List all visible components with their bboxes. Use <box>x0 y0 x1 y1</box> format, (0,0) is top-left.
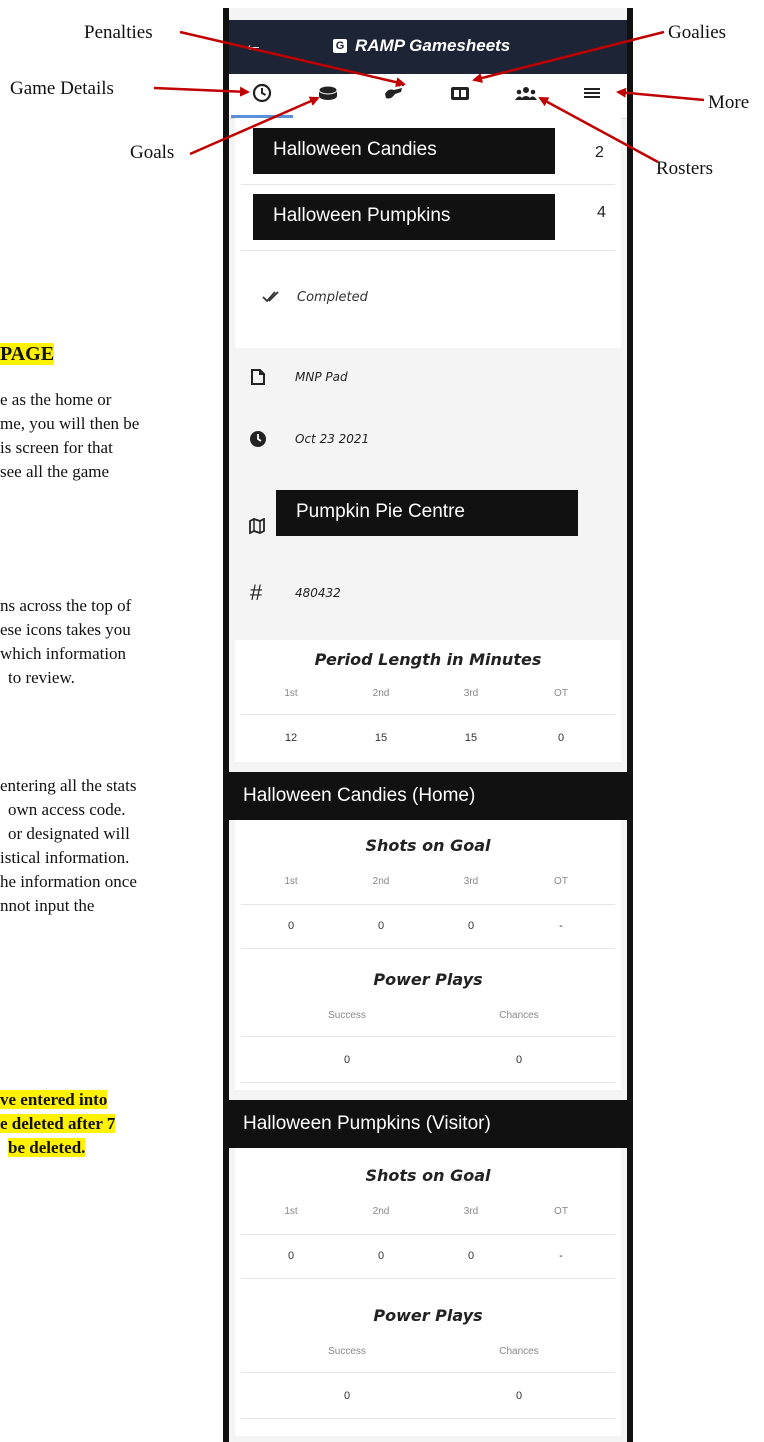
visitor-shots-header-3: 3rd <box>463 1206 479 1217</box>
visitor-pp-success: 0 <box>343 1390 351 1402</box>
annotation-goalies: Goalies <box>668 22 727 43</box>
home-shots-1: 0 <box>287 920 295 932</box>
visitor-shots-1: 0 <box>287 1250 295 1262</box>
tab-penalties[interactable] <box>379 82 409 110</box>
date-value: Oct 23 2021 <box>295 432 370 446</box>
phone-frame: ← G RAMP Gamesheets Halloween Candies 2 … <box>223 8 633 1442</box>
period-header-2: 2nd <box>372 688 390 699</box>
visitor-pp-chances: 0 <box>515 1390 523 1402</box>
penalty-icon <box>385 83 405 99</box>
visitor-pp-header-success: Success <box>328 1346 366 1357</box>
visitor-team-name: Halloween Pumpkins <box>253 194 555 240</box>
annotation-rosters: Rosters <box>656 158 713 179</box>
game-number-value: 480432 <box>295 586 341 600</box>
app-logo: G <box>333 39 347 53</box>
visitor-pp-title: Power Plays <box>373 1306 483 1325</box>
period-value-2: 15 <box>374 732 388 744</box>
visitor-shots-header-ot: OT <box>554 1206 568 1217</box>
home-shots-3: 0 <box>467 920 475 932</box>
home-shots-title: Shots on Goal <box>365 836 491 855</box>
period-value-1: 12 <box>284 732 298 744</box>
clock-icon <box>252 83 272 103</box>
app-screen: ← G RAMP Gamesheets Halloween Candies 2 … <box>229 8 627 1442</box>
map-icon <box>249 518 265 534</box>
home-pp-success: 0 <box>343 1054 351 1066</box>
period-header-1: 1st <box>284 688 298 699</box>
visitor-shots-header-2: 2nd <box>372 1206 390 1217</box>
tab-goals[interactable] <box>313 82 343 110</box>
tab-goalies[interactable] <box>445 82 475 110</box>
home-shots-header-1: 1st <box>284 876 298 887</box>
period-length-title: Period Length in Minutes <box>314 650 542 669</box>
roster-icon <box>515 87 537 100</box>
period-header-3: 3rd <box>463 688 479 699</box>
visitor-shots-title: Shots on Goal <box>365 1166 491 1185</box>
details-section: MNP Pad Oct 23 2021 Pumpkin Pie Centre #… <box>229 354 627 634</box>
goalie-icon <box>451 87 469 100</box>
double-check-icon <box>262 291 279 303</box>
doc-paragraph-1: e as the home or me, you will then be is s… <box>0 390 140 481</box>
visitor-shots-3: 0 <box>467 1250 475 1262</box>
home-shots-header-2: 2nd <box>372 876 390 887</box>
venue-value: Pumpkin Pie Centre <box>276 490 578 536</box>
visitor-team-score: 4 <box>597 204 606 221</box>
visitor-shots-2: 0 <box>377 1250 385 1262</box>
tab-rosters[interactable] <box>511 82 541 110</box>
visitor-shots-header-1: 1st <box>284 1206 298 1217</box>
tab-game-details[interactable] <box>231 82 293 118</box>
home-pp-title: Power Plays <box>373 970 483 989</box>
score-card: Halloween Candies 2 Halloween Pumpkins 4… <box>235 118 621 348</box>
clock-filled-icon <box>250 431 266 447</box>
period-header-ot: OT <box>554 688 568 699</box>
menu-icon <box>584 88 600 98</box>
doc-paragraph-2: ns across the top of ese icons takes you w… <box>0 596 132 687</box>
annotation-game-details: Game Details <box>10 78 114 99</box>
home-shots-2: 0 <box>377 920 385 932</box>
hash-icon: # <box>250 580 263 605</box>
period-length-card: Period Length in Minutes 1st 2nd 3rd OT … <box>235 640 621 762</box>
visitor-section-header: Halloween Pumpkins (Visitor) <box>229 1100 627 1148</box>
game-status: Completed <box>297 290 368 305</box>
visitor-stats-card: Shots on Goal 1st 2nd 3rd OT 0 0 0 - Pow… <box>235 1148 621 1436</box>
home-section-header: Halloween Candies (Home) <box>229 772 627 820</box>
doc-heading: PAGE <box>0 343 55 365</box>
doc-paragraph-3: entering all the stats own access code. or… <box>0 776 137 915</box>
home-pp-header-success: Success <box>328 1010 366 1021</box>
home-shots-ot: - <box>559 920 563 932</box>
annotation-penalties: Penalties <box>84 22 153 43</box>
period-value-3: 15 <box>464 732 478 744</box>
home-pp-header-chances: Chances <box>499 1010 539 1021</box>
document-icon <box>251 369 265 385</box>
tab-more[interactable] <box>577 82 607 110</box>
app-bar: ← G RAMP Gamesheets <box>229 20 627 74</box>
tab-bar <box>229 74 627 119</box>
back-arrow-icon[interactable]: ← <box>243 34 263 57</box>
home-team-name: Halloween Candies <box>253 128 555 174</box>
home-stats-card: Shots on Goal 1st 2nd 3rd OT 0 0 0 - Pow… <box>235 820 621 1090</box>
period-value-ot: 0 <box>557 732 565 744</box>
visitor-pp-header-chances: Chances <box>499 1346 539 1357</box>
home-shots-header-ot: OT <box>554 876 568 887</box>
home-pp-chances: 0 <box>515 1054 523 1066</box>
division-value: MNP Pad <box>295 370 348 384</box>
home-team-score: 2 <box>595 144 604 161</box>
app-title: RAMP Gamesheets <box>355 36 511 55</box>
home-shots-header-3: 3rd <box>463 876 479 887</box>
visitor-shots-ot: - <box>559 1250 563 1262</box>
annotation-goals: Goals <box>130 142 175 163</box>
annotation-more: More <box>708 92 750 113</box>
doc-warning: ve entered into e deleted after 7 be del… <box>0 1090 116 1157</box>
puck-icon <box>318 85 338 100</box>
